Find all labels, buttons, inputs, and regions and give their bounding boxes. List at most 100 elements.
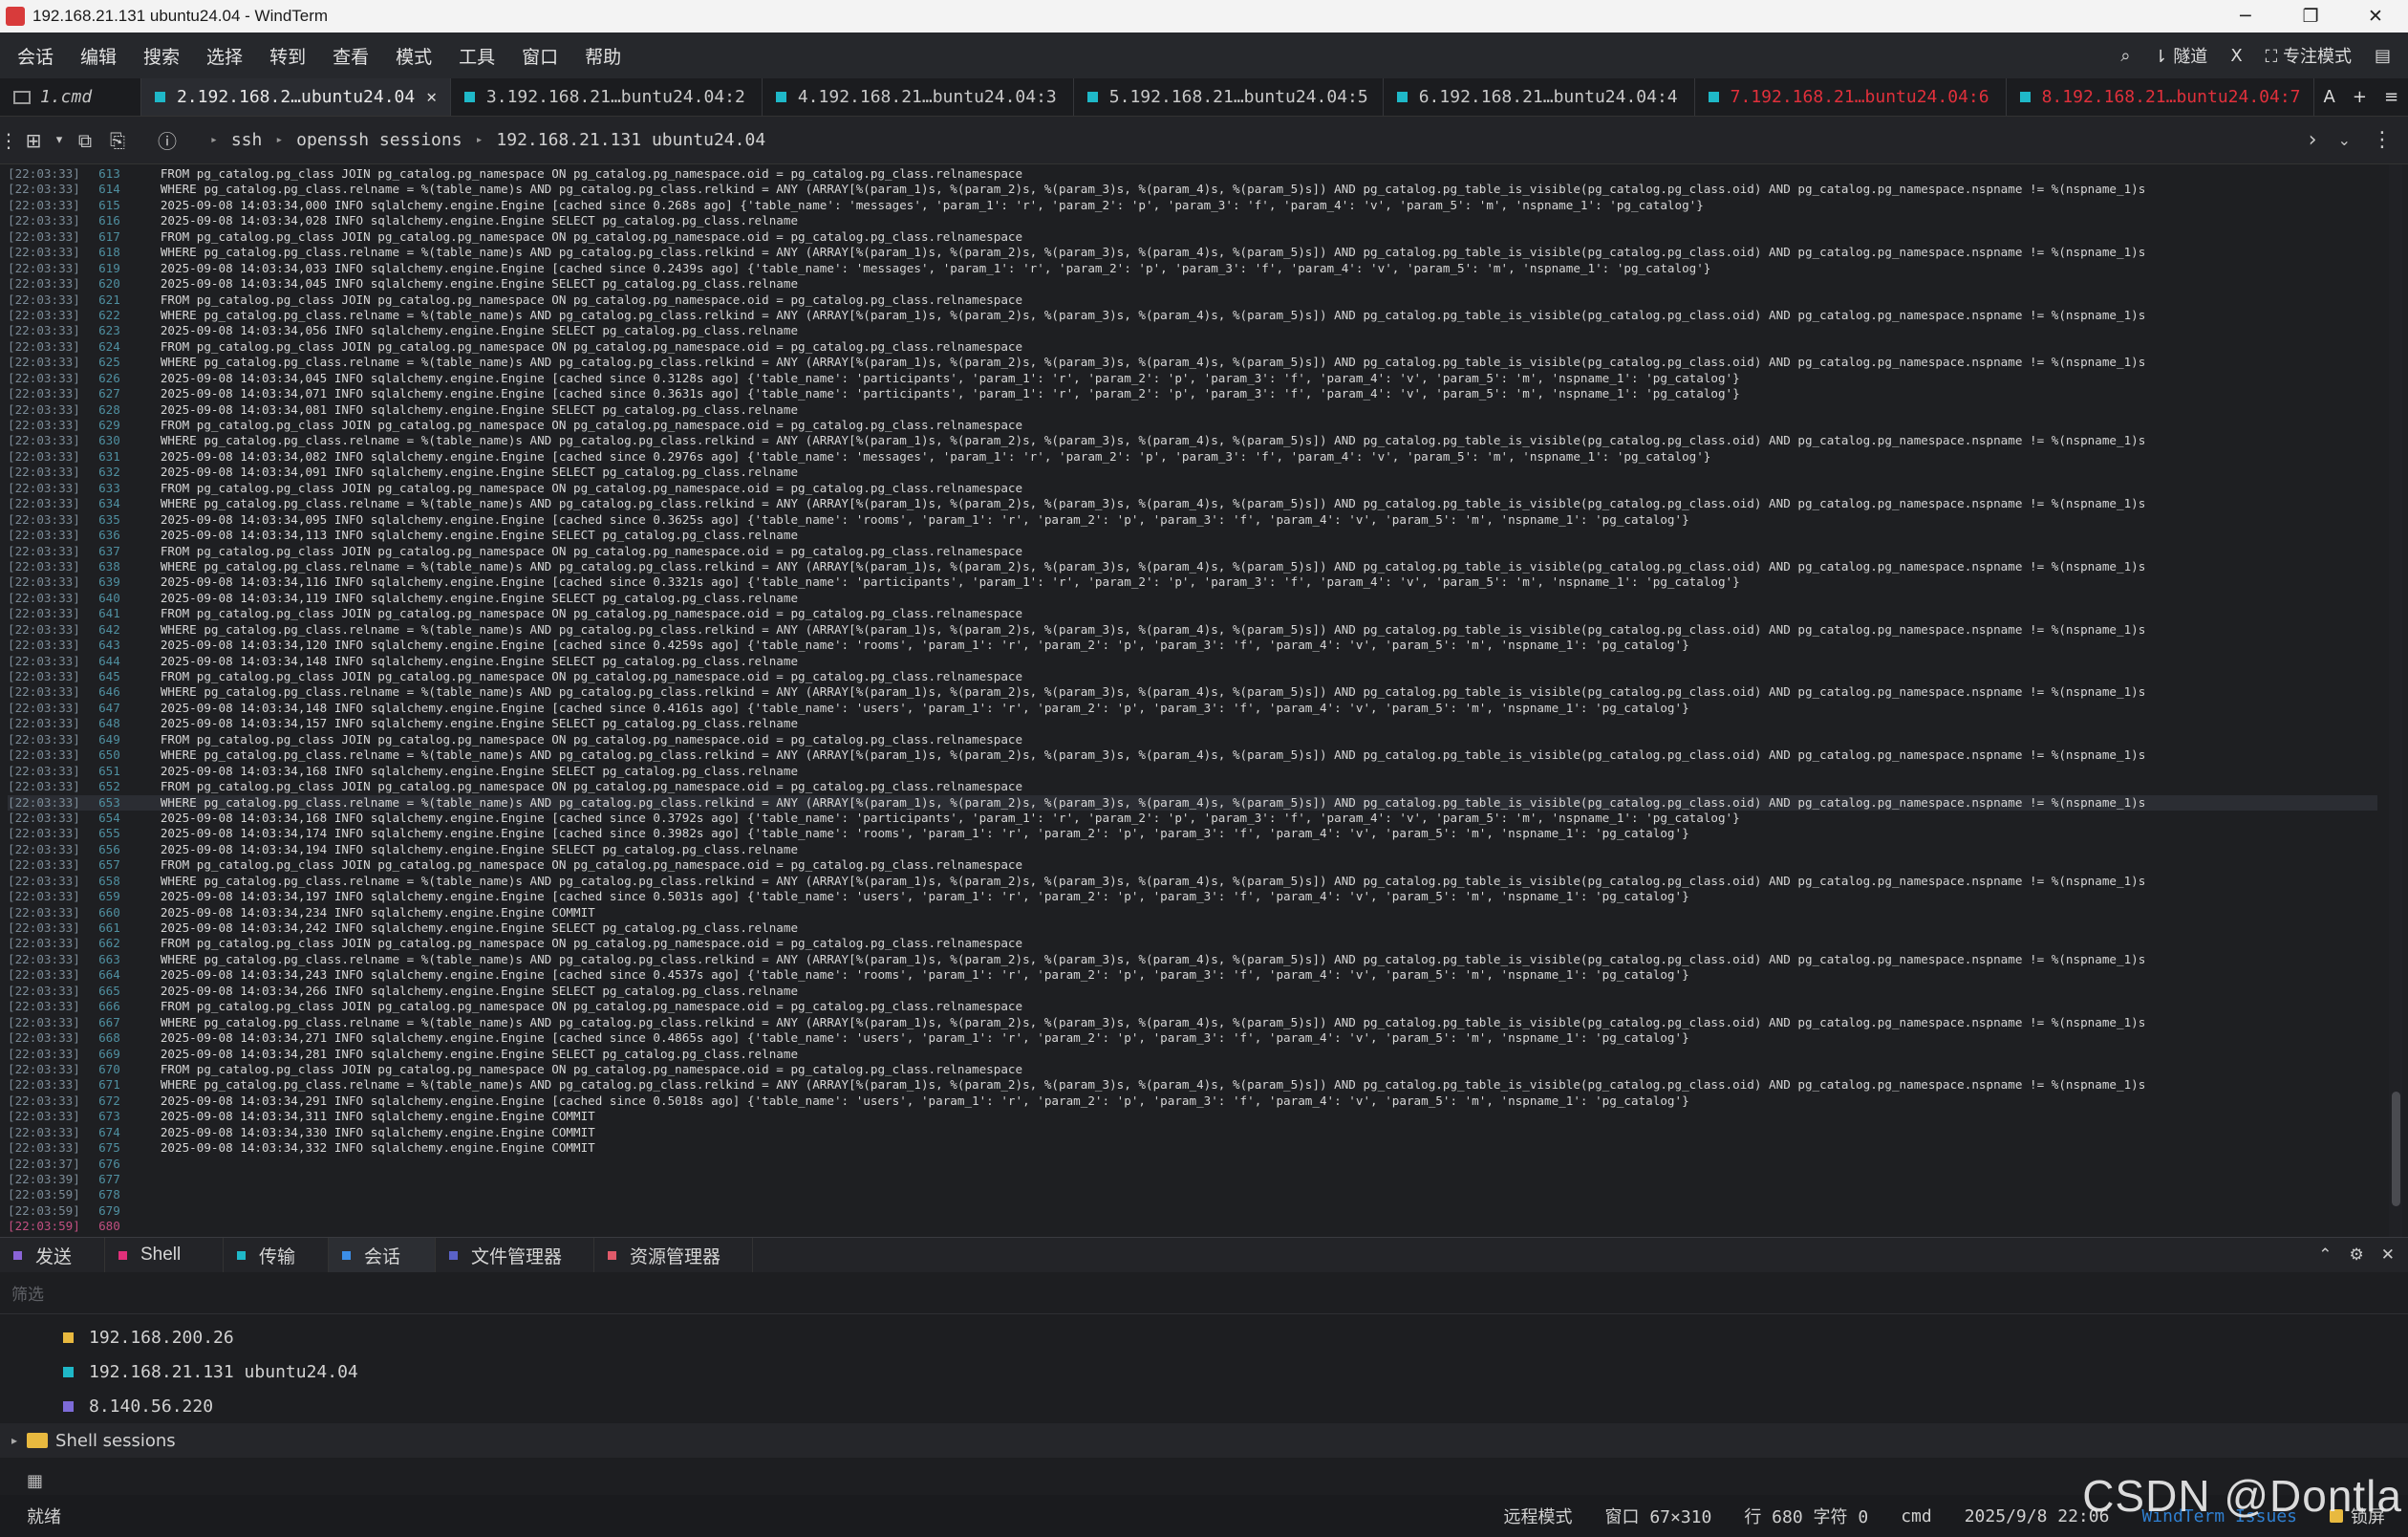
collapse-panel-icon[interactable]: ⌃ bbox=[2318, 1245, 2332, 1265]
tab-8[interactable]: 8.192.168.21…buntu24.04:7 bbox=[2007, 78, 2314, 116]
scrollbar-thumb[interactable] bbox=[2392, 1092, 2400, 1206]
menu-edit[interactable]: 编辑 bbox=[63, 43, 126, 69]
terminal-line: [22:03:33] 668 2025-09-08 14:03:34,271 INF… bbox=[8, 1030, 2377, 1046]
tunnel-label: 隧道 bbox=[2173, 47, 2208, 67]
panel-settings-icon[interactable]: ⚙ bbox=[2350, 1245, 2364, 1265]
menu-window[interactable]: 窗口 bbox=[505, 43, 568, 69]
x-button[interactable]: X bbox=[2230, 46, 2242, 66]
status-mode[interactable]: 远程模式 bbox=[1503, 1504, 1572, 1528]
line-number: 616 bbox=[98, 213, 120, 228]
more-icon[interactable]: ⋮ bbox=[2372, 128, 2393, 152]
tab-close-icon[interactable]: ✕ bbox=[426, 87, 437, 107]
line-timestamp: [22:03:33] bbox=[8, 841, 80, 856]
focus-mode-button[interactable]: ⛶ 专注模式 bbox=[2266, 43, 2352, 68]
session-group-label: Shell sessions bbox=[55, 1430, 176, 1451]
bottom-panel: 发送 Shell 传输 会话 文件管理器 资源管理器 ⌃ ⚙ ✕ 筛选 192.… bbox=[0, 1237, 2408, 1466]
session-item[interactable]: 8.140.56.220 bbox=[0, 1389, 2408, 1423]
tab-2[interactable]: 2.192.168.2…ubuntu24.04 ✕ bbox=[140, 78, 451, 116]
chevron-right-icon[interactable]: › bbox=[2309, 128, 2317, 152]
expand-arrow-icon[interactable]: ▸ bbox=[11, 1434, 17, 1447]
panel-tab-send[interactable]: 发送 bbox=[0, 1238, 105, 1272]
line-timestamp: [22:03:33] bbox=[8, 480, 80, 495]
tab-6[interactable]: 6.192.168.21…buntu24.04:4 bbox=[1384, 78, 1695, 116]
tab-list-button[interactable]: ≡ bbox=[2384, 87, 2398, 107]
line-text: 2025-09-08 14:03:34,281 INFO sqlalchemy.… bbox=[160, 1046, 799, 1061]
menu-help[interactable]: 帮助 bbox=[568, 43, 631, 69]
line-number: 656 bbox=[98, 841, 120, 856]
open-session-icon[interactable]: ⧉ bbox=[69, 124, 101, 157]
line-text: FROM pg_catalog.pg_class JOIN pg_catalog… bbox=[160, 338, 1023, 354]
panel-tab-file-manager[interactable]: 文件管理器 bbox=[436, 1238, 594, 1272]
breadcrumb-openssh-sessions[interactable]: openssh sessions bbox=[296, 130, 462, 150]
menu-select[interactable]: 选择 bbox=[189, 43, 252, 69]
cmd-icon bbox=[13, 90, 31, 104]
copy-icon[interactable]: ▦ bbox=[27, 1471, 43, 1491]
layout-icon[interactable]: ▤ bbox=[2375, 46, 2391, 66]
line-timestamp: [22:03:33] bbox=[8, 669, 80, 683]
line-number: 635 bbox=[98, 511, 120, 527]
new-session-icon[interactable]: ⊞ bbox=[17, 124, 50, 157]
menu-goto[interactable]: 转到 bbox=[252, 43, 315, 69]
font-a-button[interactable]: A bbox=[2324, 87, 2335, 107]
tab-7[interactable]: 7.192.168.21…buntu24.04:6 bbox=[1695, 78, 2007, 116]
session-group-shell-sessions[interactable]: ▸ Shell sessions bbox=[0, 1423, 2408, 1458]
terminal-line: [22:03:33] 667 WHERE pg_catalog.pg_class.r… bbox=[8, 1015, 2377, 1030]
terminal-line: [22:03:33] 631 2025-09-08 14:03:34,082 INF… bbox=[8, 449, 2377, 465]
session-item[interactable]: 192.168.200.26 bbox=[0, 1320, 2408, 1354]
menu-session[interactable]: 会话 bbox=[0, 43, 63, 69]
line-number: 668 bbox=[98, 1030, 120, 1046]
panel-tab-sessions[interactable]: 会话 bbox=[329, 1238, 436, 1272]
tab-bar-tools: A + ≡ bbox=[2314, 78, 2408, 116]
line-timestamp: [22:03:33] bbox=[8, 182, 80, 197]
tunnel-button[interactable]: ⇂ 隧道 bbox=[2154, 43, 2208, 68]
tab-color-icon bbox=[13, 1250, 22, 1260]
line-text: 2025-09-08 14:03:34,243 INFO sqlalchemy.… bbox=[160, 967, 1689, 983]
line-number: 641 bbox=[98, 606, 120, 621]
session-filter-input[interactable]: 筛选 bbox=[0, 1272, 2408, 1314]
tab-5[interactable]: 5.192.168.21…buntu24.04:5 bbox=[1074, 78, 1384, 116]
info-icon[interactable]: ⓘ bbox=[151, 124, 183, 157]
dropdown-icon[interactable]: ▾ bbox=[50, 124, 69, 157]
terminal-scrollbar[interactable] bbox=[2389, 164, 2402, 1237]
line-number: 658 bbox=[98, 873, 120, 888]
panel-tab-resource-manager[interactable]: 资源管理器 bbox=[594, 1238, 753, 1272]
menu-search[interactable]: 搜索 bbox=[126, 43, 189, 69]
line-timestamp: [22:03:33] bbox=[8, 370, 80, 385]
maximize-icon[interactable]: ❐ bbox=[2278, 0, 2343, 32]
panel-tab-shell[interactable]: Shell bbox=[105, 1238, 224, 1272]
breadcrumb-ssh[interactable]: ssh bbox=[231, 130, 263, 150]
line-timestamp: [22:03:33] bbox=[8, 747, 80, 763]
line-number: 674 bbox=[98, 1124, 120, 1139]
menu-tools[interactable]: 工具 bbox=[441, 43, 505, 69]
tab-3[interactable]: 3.192.168.21…buntu24.04:2 bbox=[451, 78, 763, 116]
terminal-line: [22:03:33] 673 2025-09-08 14:03:34,311 INF… bbox=[8, 1109, 2377, 1124]
panel-tab-transfer[interactable]: 传输 bbox=[224, 1238, 329, 1272]
search-icon[interactable]: ⌕ bbox=[2120, 46, 2130, 66]
new-tab-button[interactable]: + bbox=[2353, 87, 2367, 107]
status-shell: cmd bbox=[1901, 1505, 1932, 1526]
line-number: 650 bbox=[98, 747, 120, 763]
terminal-output[interactable]: [22:03:33] 613 FROM pg_catalog.pg_class JO… bbox=[0, 164, 2408, 1237]
menu-mode[interactable]: 模式 bbox=[378, 43, 441, 69]
minimize-icon[interactable]: ─ bbox=[2213, 0, 2278, 32]
terminal-line: [22:03:33] 662 FROM pg_catalog.pg_class JO… bbox=[8, 936, 2377, 951]
line-number: 652 bbox=[98, 779, 120, 794]
line-number: 654 bbox=[98, 810, 120, 825]
terminal-line: [22:03:33] 670 FROM pg_catalog.pg_class JO… bbox=[8, 1062, 2377, 1077]
session-item[interactable]: 192.168.21.131 ubuntu24.04 bbox=[0, 1354, 2408, 1389]
terminal-line: [22:03:33] 621 FROM pg_catalog.pg_class JO… bbox=[8, 292, 2377, 308]
menu-view[interactable]: 查看 bbox=[315, 43, 378, 69]
duplicate-session-icon[interactable]: ⎘ bbox=[101, 124, 134, 157]
breadcrumb-arrow-icon: ▸ bbox=[210, 133, 218, 147]
panel-close-icon[interactable]: ✕ bbox=[2381, 1245, 2395, 1265]
chevron-down-icon[interactable]: ⌄ bbox=[2338, 131, 2351, 149]
windterm-app-icon bbox=[6, 7, 25, 26]
line-timestamp: [22:03:33] bbox=[8, 826, 80, 841]
terminal-line: [22:03:33] 650 WHERE pg_catalog.pg_class.r… bbox=[8, 747, 2377, 763]
tab-1-cmd[interactable]: 1.cmd bbox=[0, 78, 141, 116]
tab-4[interactable]: 4.192.168.21…buntu24.04:3 bbox=[763, 78, 1074, 116]
line-text: 2025-09-08 14:03:34,271 INFO sqlalchemy.… bbox=[160, 1030, 1689, 1046]
breadcrumb: ▸ ssh ▸ openssh sessions ▸ 192.168.21.13… bbox=[197, 130, 765, 150]
breadcrumb-host[interactable]: 192.168.21.131 ubuntu24.04 bbox=[496, 130, 765, 150]
close-icon[interactable]: ✕ bbox=[2343, 0, 2408, 32]
